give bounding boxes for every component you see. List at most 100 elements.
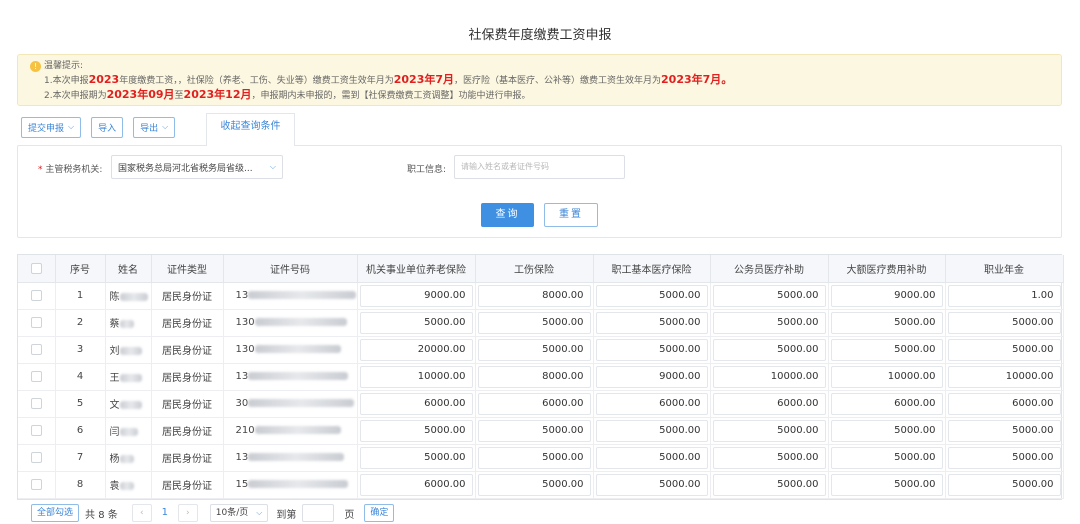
employee-search-input[interactable]: 请输入姓名或者证件号码 — [454, 155, 625, 179]
row-checkbox[interactable] — [18, 390, 56, 418]
warning-icon: ! — [30, 61, 41, 72]
wage-input[interactable]: 9000.00 — [830, 284, 943, 307]
wage-input[interactable]: 5000.00 — [477, 338, 591, 361]
table-row: 4 王居民身份证 13 10000.00 8000.00 9000.00 10000.00 1… — [18, 363, 1064, 391]
row-checkbox[interactable] — [18, 282, 56, 310]
wage-input[interactable]: 6000.00 — [359, 473, 473, 496]
wage-input[interactable]: 5000.00 — [947, 419, 1061, 442]
row-checkbox[interactable] — [18, 336, 56, 364]
id-number: 13 — [223, 282, 358, 310]
wage-input[interactable]: 5000.00 — [830, 338, 943, 361]
wage-input[interactable]: 5000.00 — [947, 473, 1061, 496]
column-header: 机关事业单位养老保险 — [357, 255, 476, 283]
wage-input[interactable]: 6000.00 — [477, 392, 591, 415]
authority-select[interactable]: 国家税务总局河北省税务局省级... ⌵ — [111, 155, 283, 179]
wage-input[interactable]: 5000.00 — [477, 419, 591, 442]
employee-name: 蔡 — [105, 309, 152, 337]
search-button[interactable]: 查询 — [481, 203, 534, 227]
wage-input[interactable]: 8000.00 — [477, 365, 591, 388]
wage-input[interactable]: 5000.00 — [947, 338, 1061, 361]
wage-input[interactable]: 6000.00 — [359, 392, 473, 415]
next-page-button[interactable]: › — [177, 504, 198, 522]
row-number: 4 — [55, 363, 106, 391]
notice-banner: ! 温馨提示: 1.本次申报2023年度缴费工资，，社保险（养老、工伤、失业等）缴… — [17, 54, 1062, 106]
wage-input[interactable]: 5000.00 — [712, 311, 826, 334]
id-number: 130 — [223, 309, 358, 337]
wage-input[interactable]: 9000.00 — [595, 365, 708, 388]
wage-input[interactable]: 6000.00 — [830, 392, 943, 415]
wage-input[interactable]: 5000.00 — [595, 284, 708, 307]
page-title: 社保费年度缴费工资申报 — [468, 28, 612, 43]
reset-button[interactable]: 重置 — [544, 203, 598, 227]
wage-input[interactable]: 5000.00 — [947, 311, 1061, 334]
current-page[interactable]: 1 — [152, 504, 178, 522]
wage-input[interactable]: 5000.00 — [830, 446, 943, 469]
import-button[interactable]: 导入 — [91, 116, 124, 138]
wage-input[interactable]: 5000.00 — [712, 419, 826, 442]
wage-input[interactable]: 5000.00 — [359, 311, 473, 334]
wage-input[interactable]: 5000.00 — [595, 446, 708, 469]
wage-input[interactable]: 5000.00 — [477, 473, 591, 496]
column-header: 职工基本医疗保险 — [593, 255, 711, 283]
row-checkbox[interactable] — [18, 444, 56, 472]
wage-input[interactable]: 6000.00 — [712, 392, 826, 415]
wage-input[interactable]: 5000.00 — [712, 338, 826, 361]
wage-input[interactable]: 5000.00 — [477, 311, 591, 334]
notice-line-1: 1.本次申报2023年度缴费工资，，社保险（养老、工伤、失业等）缴费工资生效年月… — [44, 73, 733, 86]
wage-input[interactable]: 6000.00 — [595, 392, 708, 415]
employee-name: 文 — [105, 390, 152, 418]
wage-input[interactable]: 5000.00 — [595, 338, 708, 361]
wage-input[interactable]: 5000.00 — [595, 419, 708, 442]
tab-collapse-query[interactable]: 收起查询条件 — [206, 113, 295, 146]
wage-input[interactable]: 6000.00 — [947, 392, 1061, 415]
wage-input[interactable]: 5000.00 — [477, 446, 591, 469]
wage-input[interactable]: 20000.00 — [359, 338, 473, 361]
wage-input[interactable]: 10000.00 — [712, 365, 826, 388]
row-checkbox[interactable] — [18, 309, 56, 337]
prev-page-button[interactable]: ‹ — [131, 504, 152, 522]
wage-input[interactable]: 5000.00 — [830, 473, 943, 496]
wage-input[interactable]: 5000.00 — [595, 473, 708, 496]
wage-input[interactable]: 5000.00 — [359, 446, 473, 469]
id-number: 30 — [223, 390, 358, 418]
wage-input[interactable]: 10000.00 — [359, 365, 473, 388]
wage-input[interactable]: 10000.00 — [830, 365, 943, 388]
wage-input[interactable]: 10000.00 — [947, 365, 1061, 388]
authority-label: * 主管税务机关: — [38, 165, 103, 175]
id-number: 15 — [223, 471, 358, 499]
pagination: 全部勾选 共 8 条 ‹ 1 › 10条/页 ⌵ 到第 页 确定 — [17, 502, 1062, 524]
select-all-button[interactable]: 全部勾选 — [31, 504, 80, 522]
chevron-down-icon: ⌵ — [269, 162, 276, 171]
table-row: 7 杨居民身份证 13 5000.00 5000.00 5000.00 5000.00 500… — [18, 444, 1064, 472]
select-all-checkbox[interactable] — [18, 255, 56, 283]
row-checkbox[interactable] — [18, 417, 56, 445]
row-checkbox[interactable] — [18, 363, 56, 391]
employee-name: 王 — [105, 363, 152, 391]
export-button[interactable]: 导出 ⌵ — [133, 116, 176, 138]
wage-input[interactable]: 5000.00 — [359, 419, 473, 442]
wage-input[interactable]: 1.00 — [947, 284, 1061, 307]
wage-input[interactable]: 5000.00 — [712, 446, 826, 469]
wage-input[interactable]: 5000.00 — [712, 473, 826, 496]
page-size-select[interactable]: 10条/页 ⌵ — [209, 504, 269, 522]
row-number: 6 — [55, 417, 106, 445]
notice-line-2: 2.本次申报期为2023年09月至2023年12月，申报期内未申报的，需到【社保… — [44, 88, 531, 101]
goto-page-input[interactable] — [302, 504, 335, 522]
wage-input[interactable]: 5000.00 — [595, 311, 708, 334]
wage-input[interactable]: 9000.00 — [359, 284, 473, 307]
table-row: 2 蔡居民身份证 130 5000.00 5000.00 5000.00 5000.00 50… — [18, 309, 1064, 337]
confirm-button[interactable]: 确定 — [364, 504, 395, 522]
id-type: 居民身份证 — [151, 417, 224, 445]
wage-input[interactable]: 5000.00 — [947, 446, 1061, 469]
submit-button[interactable]: 提交申报 ⌵ — [21, 116, 82, 138]
wage-input[interactable]: 8000.00 — [477, 284, 591, 307]
column-header: 工伤保险 — [475, 255, 594, 283]
wage-input[interactable]: 5000.00 — [712, 284, 826, 307]
row-number: 5 — [55, 390, 106, 418]
row-checkbox[interactable] — [18, 471, 56, 499]
table-header: 序号 姓名 证件类型 证件号码 机关事业单位养老保险 工伤保险 职工基本医疗保险… — [18, 255, 1064, 283]
employee-name: 袁 — [105, 471, 152, 499]
wage-input[interactable]: 5000.00 — [830, 419, 943, 442]
wage-input[interactable]: 5000.00 — [830, 311, 943, 334]
column-header: 大额医疗费用补助 — [828, 255, 946, 283]
